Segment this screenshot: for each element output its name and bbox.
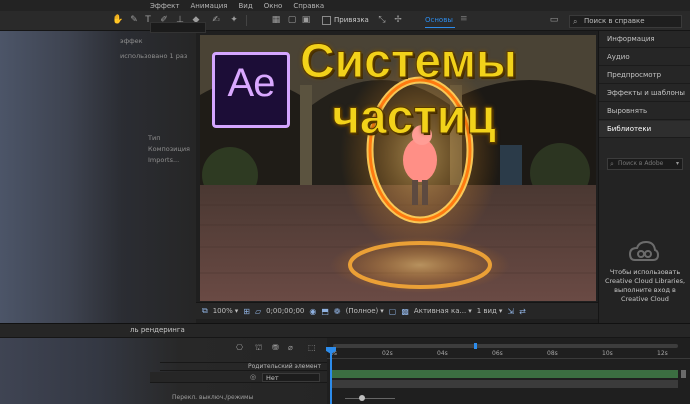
help-search-input[interactable]: ⌕ Поиск в справке bbox=[569, 15, 682, 28]
roto-brush-icon[interactable]: ✍ bbox=[210, 14, 222, 26]
help-search-placeholder: Поиск в справке bbox=[584, 17, 645, 25]
time-ruler-baseline bbox=[327, 358, 690, 359]
magnification-dropdown[interactable]: 100% ▾ bbox=[213, 307, 239, 315]
viewer-controls-bar: ⧉ 100% ▾ ⊞ ▱ 0;00;00;00 ◉ ⬒ ❁ (Полное) ▾… bbox=[196, 302, 598, 319]
parent-dropdown[interactable]: Нет bbox=[262, 373, 320, 382]
color-channels-icon[interactable]: ❁ bbox=[334, 307, 341, 316]
menu-effect[interactable]: Эффект bbox=[150, 2, 179, 10]
snap-checkbox[interactable] bbox=[322, 16, 331, 25]
puppet-pin-icon[interactable]: ✦ bbox=[228, 14, 240, 26]
panel-preview-tab[interactable]: Предпросмотр bbox=[599, 67, 690, 84]
work-area-marker[interactable] bbox=[474, 343, 477, 349]
parent-pick-whip-icon[interactable]: ◎ bbox=[250, 373, 256, 381]
search-icon: ⌕ bbox=[610, 160, 614, 168]
current-time-display[interactable]: 0;00;00;00 bbox=[266, 307, 304, 315]
world-axis-icon[interactable]: ▣ bbox=[300, 14, 312, 26]
ruler-tick-label: 12s bbox=[657, 350, 668, 357]
panel-align-tab[interactable]: Выровнять bbox=[599, 103, 690, 120]
timeline-zoom-slider[interactable] bbox=[345, 398, 395, 399]
snap-options-icon[interactable]: ⤡ bbox=[376, 14, 388, 26]
project-panel-line: эффек bbox=[120, 37, 143, 45]
library-search-input[interactable]: ⌕ Поиск в Adobe ▾ bbox=[607, 158, 683, 170]
project-item-type: Imports... bbox=[148, 156, 180, 164]
comp-flowchart-icon[interactable]: ⎔ bbox=[236, 343, 243, 352]
ruler-tick-label: 08s bbox=[547, 350, 558, 357]
view-options-icon[interactable]: ⇲ bbox=[507, 307, 514, 316]
pen-tool-icon[interactable]: ✎ bbox=[128, 14, 140, 26]
ae-logo-text: Ae bbox=[227, 61, 276, 105]
mask-visibility-icon[interactable]: ▱ bbox=[255, 307, 261, 316]
workspace-essentials-tab[interactable]: Основы bbox=[425, 16, 453, 24]
snap-label: Привязка bbox=[334, 16, 369, 24]
resolution-dropdown[interactable]: (Полное) ▾ bbox=[346, 307, 384, 315]
toggle-switches-modes[interactable]: Перекл. выключ./режимы bbox=[172, 394, 253, 401]
project-panel-line: использовано 1 раз bbox=[120, 52, 188, 60]
grid-guides-icon[interactable]: ⊞ bbox=[243, 307, 250, 316]
local-axis-icon[interactable]: ▢ bbox=[286, 14, 298, 26]
timeline-panel: ль рендеринга bbox=[0, 323, 690, 404]
column-header-type: Тип bbox=[148, 134, 161, 142]
ruler-tick-label: 02s bbox=[382, 350, 393, 357]
panel-effects-presets-tab[interactable]: Эффекты и шаблоны bbox=[599, 85, 690, 102]
transparency-grid-icon[interactable]: ▩ bbox=[401, 307, 409, 316]
always-preview-icon[interactable]: ⧉ bbox=[202, 306, 208, 316]
camera-view-dropdown[interactable]: Активная ка... ▾ bbox=[414, 307, 472, 315]
menu-animation[interactable]: Анимация bbox=[190, 2, 227, 10]
panel-libraries-tab[interactable]: Библиотеки bbox=[599, 121, 690, 138]
creative-cloud-icon bbox=[629, 240, 659, 261]
align-grid-icon[interactable]: ▦ bbox=[270, 14, 282, 26]
view-layout-dropdown[interactable]: 1 вид ▾ bbox=[477, 307, 503, 315]
hand-tool-icon[interactable]: ✋ bbox=[112, 14, 124, 26]
ruler-tick-label: 10s bbox=[602, 350, 613, 357]
playhead-line[interactable] bbox=[330, 347, 332, 404]
menu-view[interactable]: Вид bbox=[239, 2, 253, 10]
libraries-sign-in-message: Чтобы использовать Creative Cloud Librar… bbox=[604, 268, 686, 303]
workspace-menu-icon[interactable]: ≡ bbox=[460, 14, 468, 24]
fast-preview-icon[interactable]: ⇄ bbox=[519, 307, 526, 316]
overlay-title-line-2: частиц bbox=[332, 91, 497, 145]
timeline-tab-bar: ль рендеринга bbox=[0, 324, 690, 338]
menu-window[interactable]: Окно bbox=[264, 2, 283, 10]
workspace-active-indicator bbox=[425, 27, 455, 28]
panel-info-tab[interactable]: Информация bbox=[599, 31, 690, 48]
layer-track-empty bbox=[330, 380, 678, 388]
right-panels: Информация Аудио Предпросмотр Эффекты и … bbox=[598, 31, 690, 323]
cc-sync-icon[interactable]: ▭ bbox=[548, 14, 560, 26]
toolbar: ✋ ✎ T ✐ ⊥ ◆ ✍ ✦ ▦ ▢ ▣ Привязка ⤡ ✢ Основ… bbox=[0, 11, 690, 31]
project-item-type: Композиция bbox=[148, 145, 190, 153]
project-panel: эффек использовано 1 раз Тип Композиция … bbox=[0, 31, 196, 323]
timeline-search-input[interactable] bbox=[150, 22, 206, 33]
work-area-bar[interactable] bbox=[333, 344, 678, 348]
library-search-placeholder: Поиск в Adobe bbox=[618, 160, 664, 167]
comp-end-marker[interactable] bbox=[681, 370, 686, 378]
render-queue-tab[interactable]: ль рендеринга bbox=[130, 326, 185, 334]
panel-audio-tab[interactable]: Аудио bbox=[599, 49, 690, 66]
after-effects-logo: Ae bbox=[212, 52, 290, 128]
graph-editor-icon[interactable]: ⬚ bbox=[308, 343, 316, 352]
snap-target-icon[interactable]: ✢ bbox=[392, 14, 404, 26]
layer-duration-bar[interactable] bbox=[330, 370, 678, 378]
show-snapshot-icon[interactable]: ⬒ bbox=[321, 307, 329, 316]
draft-3d-icon[interactable]: ⛫ bbox=[255, 343, 262, 353]
overlay-title-line-1: Системы bbox=[300, 35, 518, 89]
region-of-interest-icon[interactable]: ▢ bbox=[389, 307, 397, 316]
motion-blur-icon[interactable]: ⌀ bbox=[288, 343, 293, 352]
search-icon: ⌕ bbox=[573, 17, 578, 26]
ruler-tick-label: 06s bbox=[492, 350, 503, 357]
menu-bar: Эффект Анимация Вид Окно Справка bbox=[0, 0, 690, 11]
menu-help[interactable]: Справка bbox=[293, 2, 324, 10]
parent-column-header: Родительский элемент bbox=[248, 363, 321, 370]
snapshot-camera-icon[interactable]: ◉ bbox=[309, 307, 316, 316]
ruler-tick-label: 04s bbox=[437, 350, 448, 357]
shy-layers-icon[interactable]: ⛃ bbox=[272, 343, 279, 352]
chevron-down-icon[interactable]: ▾ bbox=[676, 159, 679, 169]
toolbar-divider bbox=[246, 15, 247, 26]
timeline-zoom-knob[interactable] bbox=[359, 395, 365, 401]
